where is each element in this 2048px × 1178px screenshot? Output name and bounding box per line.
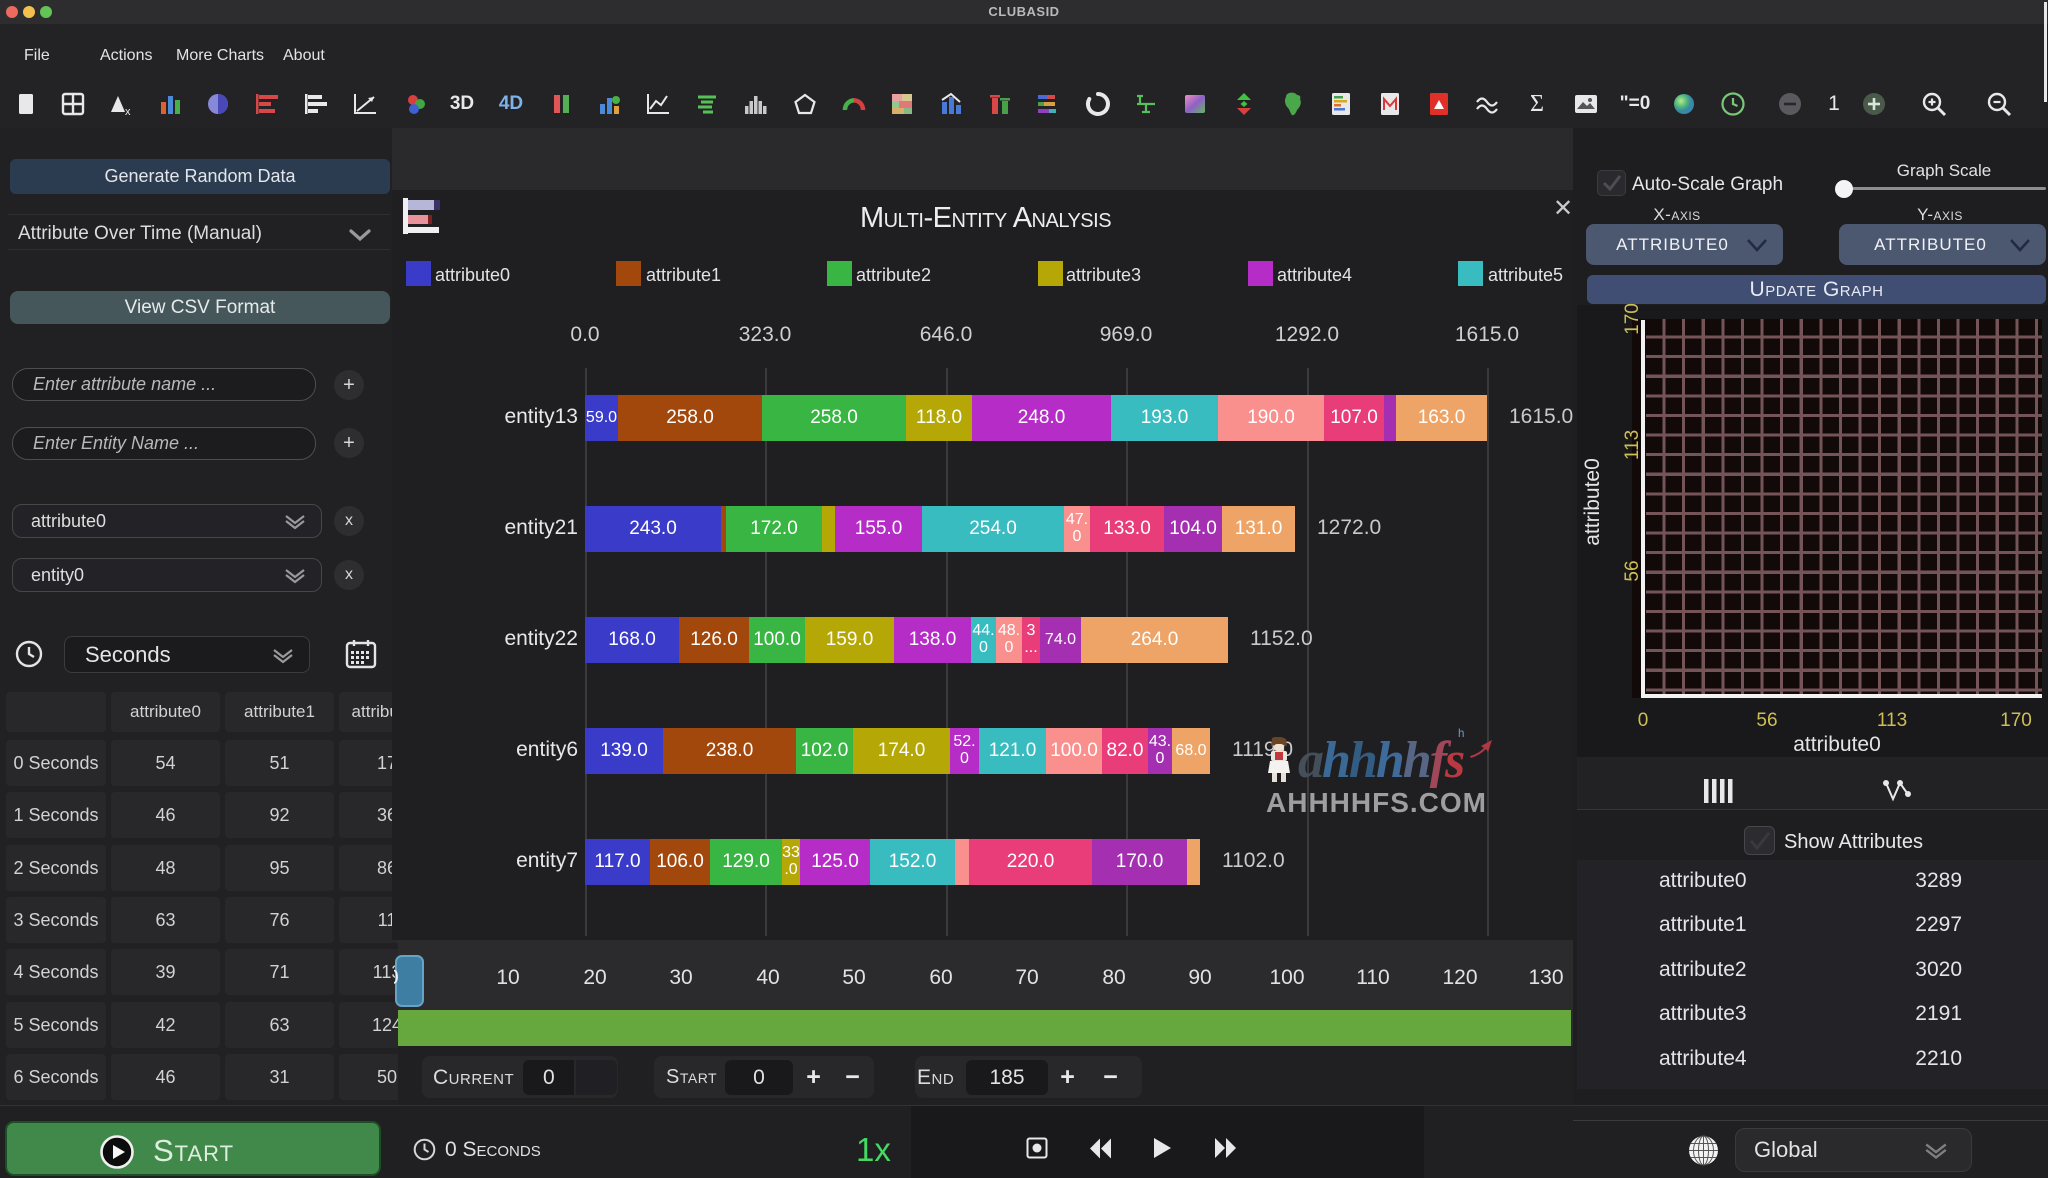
svg-text:x: x bbox=[125, 106, 131, 116]
